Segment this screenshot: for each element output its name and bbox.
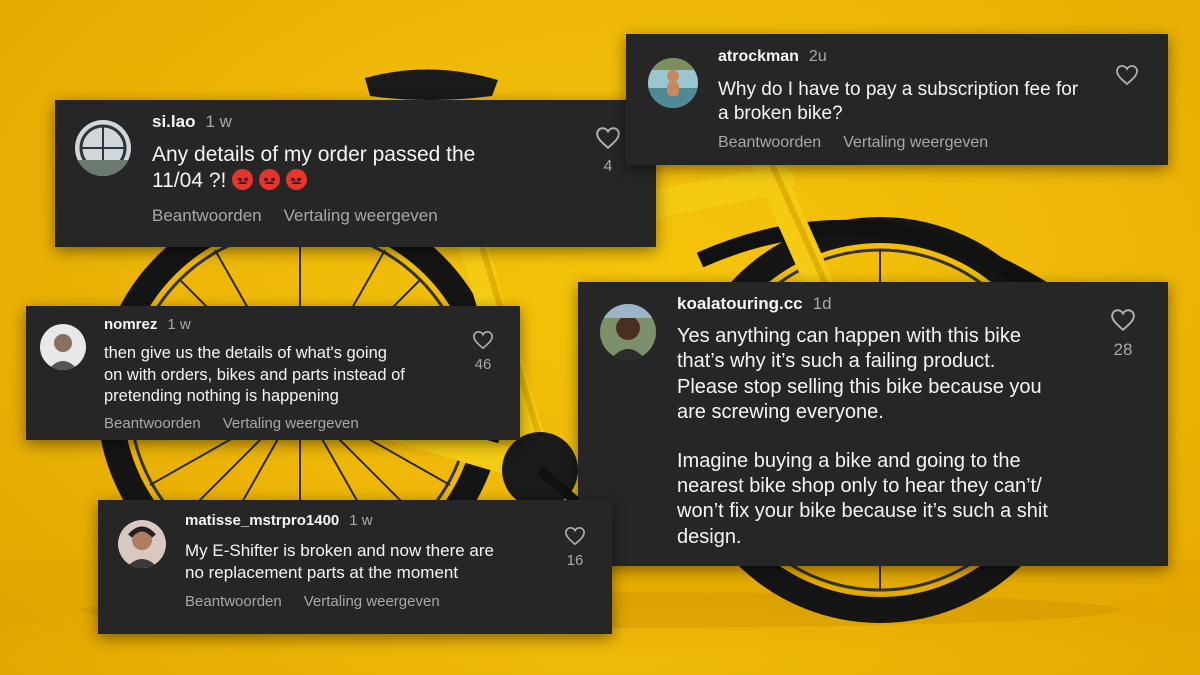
heart-outline-icon[interactable] bbox=[564, 526, 586, 546]
like-count: 46 bbox=[474, 356, 492, 373]
heart-outline-icon[interactable] bbox=[1115, 64, 1139, 86]
comment-line: on with orders, bikes and parts instead … bbox=[104, 365, 405, 384]
username[interactable]: atrockman bbox=[718, 48, 799, 65]
angry-face-emoji bbox=[285, 169, 307, 190]
comment-line: are screwing everyone. bbox=[677, 401, 884, 424]
comment-line: Yes anything can happen with this bike bbox=[677, 325, 1021, 347]
avatar[interactable] bbox=[75, 120, 131, 176]
like-control[interactable]: 46 bbox=[468, 330, 498, 373]
timestamp: 1d bbox=[812, 294, 832, 313]
comment-text: Any details of my order passed the 11/04… bbox=[152, 142, 572, 194]
comment-card-nomrez: nomrez 1 w then give us the details of wh… bbox=[26, 306, 520, 440]
avatar[interactable] bbox=[118, 520, 166, 568]
comment-line: My E-Shifter is broken and now there are bbox=[185, 541, 494, 560]
comment-text: Yes anything can happen with this bike t… bbox=[677, 324, 1097, 550]
comment-line: design. bbox=[677, 525, 742, 548]
like-count: 4 bbox=[603, 158, 613, 175]
reply-button[interactable]: Beantwoorden bbox=[718, 134, 821, 151]
comment-card-si-lao: si.lao 1 w Any details of my order passed… bbox=[55, 100, 656, 247]
comment-card-matisse: matisse_mstrpro1400 1 w My E-Shifter is b… bbox=[98, 500, 612, 634]
comment-meta: matisse_mstrpro1400 1 w bbox=[185, 512, 373, 529]
comment-line: that’s why it’s such a failing product. bbox=[677, 350, 996, 373]
timestamp: 1 w bbox=[167, 316, 191, 333]
comment-card-koalatouring: koalatouring.cc 1d Yes anything can happe… bbox=[578, 282, 1168, 566]
username[interactable]: nomrez bbox=[104, 316, 157, 333]
comment-paragraph-gap bbox=[677, 426, 1097, 449]
comment-line: Why do I have to pay a subscription fee … bbox=[718, 79, 1079, 100]
heart-outline-icon[interactable] bbox=[595, 126, 621, 150]
angry-face-emoji bbox=[232, 169, 254, 190]
comment-meta: si.lao 1 w bbox=[152, 112, 232, 132]
like-count: 28 bbox=[1113, 340, 1133, 359]
show-translation-button[interactable]: Vertaling weergeven bbox=[304, 593, 440, 610]
comment-line: Any details of my order passed the bbox=[152, 143, 476, 166]
like-control[interactable] bbox=[1114, 64, 1140, 86]
comment-line: no replacement parts at the moment bbox=[185, 563, 459, 582]
comment-meta: nomrez 1 w bbox=[104, 316, 191, 333]
like-control[interactable]: 16 bbox=[560, 526, 590, 569]
comment-line: won’t fix your bike because it’s such a … bbox=[677, 500, 1048, 523]
comment-text: My E-Shifter is broken and now there are… bbox=[185, 540, 545, 584]
avatar[interactable] bbox=[40, 324, 86, 370]
comment-line: then give us the details of what's going bbox=[104, 344, 387, 362]
comment-text: then give us the details of what's going… bbox=[104, 343, 454, 408]
timestamp: 1 w bbox=[349, 512, 373, 529]
comment-text: Why do I have to pay a subscription fee … bbox=[718, 78, 1108, 126]
heart-outline-icon[interactable] bbox=[1110, 308, 1136, 332]
comment-line: 11/04 ?! bbox=[152, 169, 233, 192]
timestamp: 2u bbox=[808, 48, 827, 65]
timestamp: 1 w bbox=[205, 112, 232, 131]
avatar[interactable] bbox=[648, 58, 698, 108]
reply-button[interactable]: Beantwoorden bbox=[152, 206, 262, 225]
comment-actions: Beantwoorden Vertaling weergeven bbox=[718, 134, 988, 152]
comment-meta: koalatouring.cc 1d bbox=[677, 294, 832, 314]
comment-actions: Beantwoorden Vertaling weergeven bbox=[152, 206, 438, 226]
like-control[interactable]: 28 bbox=[1108, 308, 1138, 360]
comment-card-atrockman: atrockman 2u Why do I have to pay a subsc… bbox=[626, 34, 1168, 165]
comment-line: a broken bike? bbox=[718, 103, 843, 124]
username[interactable]: si.lao bbox=[152, 112, 195, 131]
comment-meta: atrockman 2u bbox=[718, 48, 827, 66]
reply-button[interactable]: Beantwoorden bbox=[104, 415, 201, 432]
comment-line: pretending nothing is happening bbox=[104, 387, 339, 405]
comment-actions: Beantwoorden Vertaling weergeven bbox=[104, 415, 359, 432]
username[interactable]: koalatouring.cc bbox=[677, 294, 803, 313]
like-count: 16 bbox=[566, 552, 584, 569]
comment-line: nearest bike shop only to hear they can’… bbox=[677, 475, 1042, 498]
comment-line: Please stop selling this bike because yo… bbox=[677, 375, 1042, 398]
show-translation-button[interactable]: Vertaling weergeven bbox=[223, 415, 359, 432]
comment-actions: Beantwoorden Vertaling weergeven bbox=[185, 593, 440, 610]
avatar[interactable] bbox=[600, 304, 656, 360]
like-control[interactable]: 4 bbox=[593, 126, 623, 176]
reply-button[interactable]: Beantwoorden bbox=[185, 593, 282, 610]
angry-face-emoji bbox=[259, 169, 281, 190]
username[interactable]: matisse_mstrpro1400 bbox=[185, 512, 339, 529]
comment-line: Imagine buying a bike and going to the bbox=[677, 449, 1021, 472]
show-translation-button[interactable]: Vertaling weergeven bbox=[843, 134, 988, 151]
show-translation-button[interactable]: Vertaling weergeven bbox=[284, 206, 438, 225]
heart-outline-icon[interactable] bbox=[472, 330, 494, 350]
comment-line-with-emoji: 11/04 ?! bbox=[152, 168, 572, 194]
